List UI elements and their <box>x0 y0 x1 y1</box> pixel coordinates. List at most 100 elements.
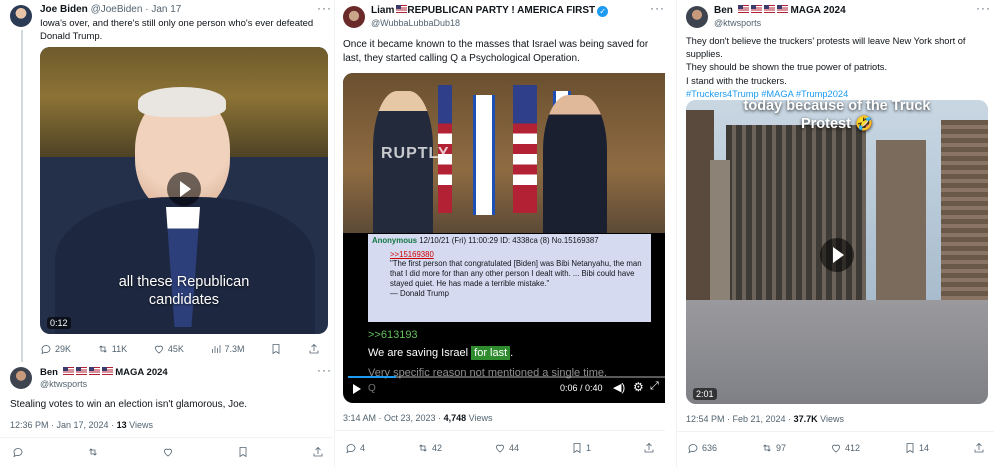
bookmark-icon <box>272 344 280 355</box>
reply-button[interactable]: 29K <box>40 343 71 355</box>
bookmark-button[interactable]: 14 <box>904 442 929 454</box>
hashtags[interactable]: #Truckers4Trump #MAGA #Trump2024 <box>686 88 990 101</box>
player-time: 0:06 / 0:40 <box>560 383 603 393</box>
display-name[interactable]: Ben <box>714 5 733 16</box>
post-quote-signature: — Donald Trump <box>390 288 449 298</box>
views-count: 37.7K <box>793 414 818 424</box>
display-name[interactable]: Liam <box>371 5 394 16</box>
share-button[interactable] <box>643 442 655 454</box>
avatar[interactable] <box>343 6 365 28</box>
reply-button[interactable]: 636 <box>687 442 717 454</box>
share-button[interactable] <box>308 343 320 355</box>
reply-count: 29K <box>55 344 72 354</box>
views-label: Views <box>820 414 844 424</box>
avatar[interactable] <box>686 6 708 28</box>
settings-icon[interactable]: ⚙ <box>633 380 644 394</box>
fullscreen-icon[interactable]: ⤢ <box>650 380 659 393</box>
more-icon[interactable]: ··· <box>317 363 332 377</box>
bookmark-button[interactable] <box>270 343 282 355</box>
tweet-panel-liam: Liam REPUBLICAN PARTY ! AMERICA FIRST ✓ @W… <box>334 0 665 467</box>
video-hair <box>138 87 226 117</box>
video-street <box>686 300 988 404</box>
post-number: No.15169387 <box>551 236 599 245</box>
building-mid <box>876 140 926 300</box>
share-button[interactable] <box>973 442 985 454</box>
video-player[interactable]: RUPTLY Anonymous 12/10/21 (Fri) 11:00:29… <box>343 73 665 403</box>
israel-flag-decor <box>473 95 495 215</box>
views-label: Views <box>468 413 493 423</box>
tweet-panel-biden: Joe Biden @JoeBiden · Jan 17 ··· Iowa's … <box>0 0 333 467</box>
post-time[interactable]: 12:54 PM · Feb 21, 2024 · <box>686 414 791 424</box>
post-date[interactable]: Jan 17 <box>151 4 181 15</box>
like-button[interactable] <box>162 446 174 458</box>
video-player[interactable]: all these Republican candidates 0:12 <box>40 47 328 334</box>
like-button[interactable]: 45K <box>153 343 184 355</box>
video-player[interactable]: today because of the Truck Protest 🤣 2:0… <box>686 100 988 404</box>
post-quote-text: "The first person that congratulated [Bi… <box>390 259 642 288</box>
reply-time[interactable]: 12:36 PM · Jan 17, 2024 · <box>10 420 114 430</box>
reply-button[interactable] <box>12 446 24 458</box>
q-saving-line: We are saving Israel for last. <box>368 346 513 360</box>
tweet-timestamp: 12:54 PM · Feb 21, 2024 · 37.7K Views <box>686 414 844 424</box>
repost-icon <box>98 345 107 353</box>
display-name[interactable]: Joe Biden <box>40 4 88 15</box>
share-icon <box>309 343 319 354</box>
reply-handle[interactable]: @ktwsports <box>40 379 168 389</box>
bookmark-button[interactable]: 1 <box>571 442 591 454</box>
like-button[interactable]: 412 <box>830 442 860 454</box>
monument <box>710 160 730 310</box>
us-flag-icon <box>88 367 100 375</box>
volume-icon[interactable]: ◀) <box>613 381 625 394</box>
handle[interactable]: @ktwsports <box>714 18 761 28</box>
repost-button[interactable]: 11K <box>97 343 127 355</box>
us-flag-icon <box>750 5 762 13</box>
avatar[interactable] <box>10 5 32 27</box>
play-icon[interactable] <box>167 172 201 206</box>
reply-icon <box>13 448 23 458</box>
more-icon[interactable]: ··· <box>317 1 332 15</box>
post-header: Anonymous 12/10/21 (Fri) 11:00:29 ID: 43… <box>372 236 647 246</box>
handle[interactable]: @WubbaLubbaDub18 <box>371 18 460 28</box>
bookmark-icon <box>239 447 247 458</box>
repost-button[interactable]: 42 <box>417 442 442 454</box>
building-center <box>726 125 866 305</box>
bookmark-count: 1 <box>586 443 592 453</box>
reply-avatar[interactable] <box>10 367 32 389</box>
more-icon[interactable]: ··· <box>976 1 991 15</box>
reply-button[interactable]: 4 <box>345 442 365 454</box>
more-icon[interactable]: ··· <box>650 1 665 15</box>
repost-count: 97 <box>776 443 787 453</box>
like-icon <box>496 444 504 453</box>
video-caption-top: today because of the Truck <box>743 100 931 114</box>
share-button[interactable] <box>312 446 324 458</box>
bookmark-icon <box>906 443 914 454</box>
us-flag-icon <box>101 367 113 375</box>
views-count: 7.3M <box>224 344 245 354</box>
views-button[interactable]: 7.3M <box>210 343 245 355</box>
play-pause-icon[interactable] <box>353 384 361 394</box>
play-icon[interactable] <box>820 238 854 272</box>
tweet-actions: 636 97 412 14 <box>687 442 985 454</box>
post-quote-link[interactable]: >>15169380 <box>390 250 647 260</box>
tweet-actions: 29K 11K 45K 7.3M <box>40 343 320 355</box>
thread-line <box>21 30 23 362</box>
like-count: 412 <box>844 443 861 453</box>
saving-prefix: We are saving Israel <box>368 347 469 359</box>
tweet-header: Joe Biden @JoeBiden · Jan 17 <box>40 4 181 15</box>
us-flag-icon <box>62 367 74 375</box>
video-watermark: RUPTLY <box>381 145 450 162</box>
reply-display-name[interactable]: Ben <box>40 367 58 378</box>
repost-button[interactable]: 97 <box>761 442 786 454</box>
separator: · <box>145 4 149 15</box>
like-button[interactable]: 44 <box>494 442 519 454</box>
post-time[interactable]: 3:14 AM · Oct 23, 2023 · <box>343 413 441 423</box>
like-icon <box>164 448 172 457</box>
handle[interactable]: @JoeBiden <box>91 4 143 15</box>
reply-count: 4 <box>360 443 366 453</box>
reply-actions <box>12 446 324 458</box>
share-icon <box>974 442 984 453</box>
bookmark-button[interactable] <box>237 446 249 458</box>
tweet-line: They don't believe the truckers' protest… <box>686 36 966 60</box>
us-flag-icon <box>763 5 775 13</box>
repost-button[interactable] <box>87 446 99 458</box>
